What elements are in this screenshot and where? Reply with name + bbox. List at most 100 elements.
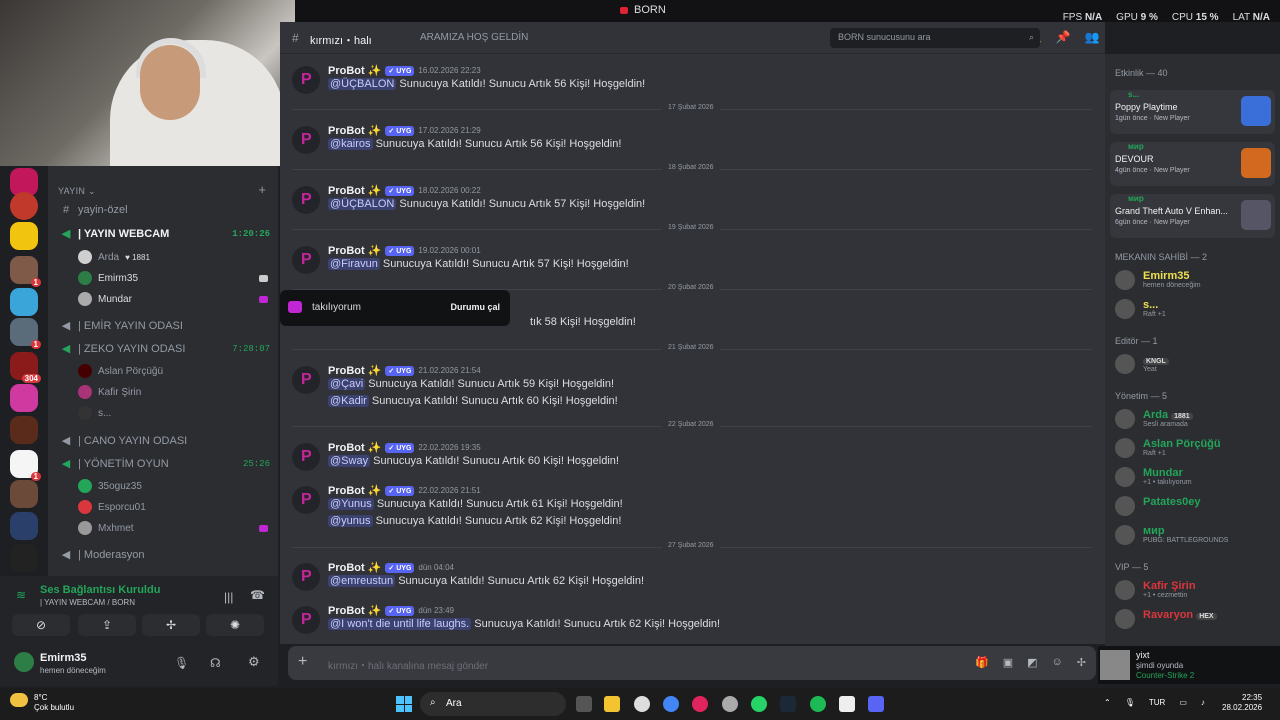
whatsapp-icon[interactable] xyxy=(751,696,767,712)
user-mention[interactable]: @Kadir xyxy=(328,395,369,407)
steal-status-button[interactable]: Durumu çal xyxy=(450,302,500,312)
voice-user[interactable]: Mundar xyxy=(78,292,268,306)
author-name[interactable]: ProBot ✨ xyxy=(328,124,381,137)
voice-channel[interactable]: ◀ | YAYIN WEBCAM 1:20:26 xyxy=(60,227,270,241)
emoji-icon[interactable]: ☺ xyxy=(1052,656,1063,669)
start-button[interactable] xyxy=(396,696,412,712)
now-playing-card[interactable]: yixt şimdi oyunda Counter-Strike 2 xyxy=(1098,646,1280,684)
activities-button[interactable]: ✢ xyxy=(142,614,200,636)
gif-icon[interactable]: ▣ xyxy=(1003,656,1013,669)
avatar[interactable] xyxy=(292,443,320,471)
activity-card[interactable]: s... Poppy Playtime 1gün önce · New Player xyxy=(1110,90,1275,134)
user-mention[interactable]: @Yunus xyxy=(328,498,374,510)
member-item[interactable]: s... Raft +1 xyxy=(1115,299,1275,325)
opera-icon[interactable] xyxy=(692,696,708,712)
message-composer[interactable]: + kırmızı・halı kanalına mesaj gönder 🎁 ▣… xyxy=(288,646,1096,680)
member-item[interactable]: Kafir Şirin +1 • cezmettin xyxy=(1115,580,1275,606)
spotify-icon[interactable] xyxy=(810,696,826,712)
voice-channel[interactable]: ◀ | Moderasyon xyxy=(60,548,270,562)
clock[interactable]: 22:35 28.02.2026 xyxy=(1222,693,1262,713)
search-input[interactable]: BORN sunucusunu ara ⌕ xyxy=(830,28,1040,48)
steam-icon[interactable] xyxy=(780,696,796,712)
server-icon[interactable]: 304 xyxy=(10,352,41,383)
avatar[interactable] xyxy=(292,366,320,394)
chrome-icon[interactable] xyxy=(663,696,679,712)
voice-user[interactable]: Arda ♥ 1881 xyxy=(78,250,268,264)
author-name[interactable]: ProBot ✨ xyxy=(328,604,381,617)
server-icon[interactable] xyxy=(10,512,38,540)
voice-channel[interactable]: ◀ | ZEKO YAYIN ODASI 7:28:07 xyxy=(60,342,270,356)
member-item[interactable]: мир PUBG: BATTLEGROUNDS xyxy=(1115,525,1275,551)
attach-icon[interactable]: + xyxy=(298,653,307,671)
member-item[interactable]: Mundar +1 • takılıyorum xyxy=(1115,467,1275,493)
avatar[interactable] xyxy=(292,563,320,591)
mic-icon[interactable]: 🎙 xyxy=(174,656,189,670)
soundboard-button[interactable]: ✺ xyxy=(206,614,264,636)
server-icon[interactable] xyxy=(10,192,38,220)
user-mention[interactable]: @yunus xyxy=(328,515,373,527)
obs-icon[interactable] xyxy=(634,696,650,712)
server-icon[interactable] xyxy=(10,384,38,412)
server-icon[interactable] xyxy=(10,288,38,316)
voice-user[interactable]: Emirm35 xyxy=(78,271,268,285)
server-rail[interactable]: 1 1 304 1 xyxy=(0,166,48,576)
user-mention[interactable]: @Çavi xyxy=(328,378,366,390)
user-mention[interactable]: @I won't die until life laughs. xyxy=(328,618,472,630)
author-name[interactable]: ProBot ✨ xyxy=(328,184,381,197)
voice-user[interactable]: Kafir Şirin xyxy=(78,385,268,399)
voice-channel-path[interactable]: | YAYIN WEBCAM / BORN xyxy=(40,598,135,607)
user-mention[interactable]: @Firavun xyxy=(328,258,380,270)
avatar[interactable] xyxy=(292,186,320,214)
voice-user[interactable]: s... xyxy=(78,406,268,420)
author-name[interactable]: ProBot ✨ xyxy=(328,64,381,77)
voice-user[interactable]: Aslan Pörçüğü xyxy=(78,364,268,378)
text-channel[interactable]: # yayin-özel xyxy=(60,204,270,216)
capcut-icon[interactable] xyxy=(839,696,855,712)
composer-placeholder[interactable]: kırmızı・halı kanalına mesaj gönder xyxy=(328,657,488,672)
member-item[interactable]: Arda 1881 Sesli aramada xyxy=(1115,409,1275,435)
voice-channel[interactable]: ◀ | CANO YAYIN ODASI xyxy=(60,434,270,448)
server-icon[interactable]: 1 xyxy=(10,450,41,481)
avatar[interactable] xyxy=(292,606,320,634)
add-channel-icon[interactable]: + xyxy=(258,182,266,197)
member-item[interactable]: KNGL Yeat xyxy=(1115,354,1275,380)
user-mention[interactable]: @ÜÇBALON xyxy=(328,78,397,90)
voice-user[interactable]: Esporcu01 xyxy=(78,500,268,514)
member-item[interactable]: Patates0ey xyxy=(1115,496,1275,522)
server-icon[interactable]: 1 xyxy=(10,318,41,349)
camera-off-button[interactable]: ⊘ xyxy=(12,614,70,636)
discord-icon[interactable] xyxy=(868,696,884,712)
activity-card[interactable]: мир DEVOUR 4gün önce · New Player xyxy=(1110,142,1275,186)
user-mention[interactable]: @ÜÇBALON xyxy=(328,198,397,210)
weather-widget[interactable]: 8°C Çok bulutlu xyxy=(10,693,74,713)
disconnect-icon[interactable]: ☎ xyxy=(250,588,265,602)
taskbar-search[interactable]: ⌕ Ara xyxy=(420,692,566,716)
author-name[interactable]: ProBot ✨ xyxy=(328,364,381,377)
app-icon[interactable] xyxy=(722,696,738,712)
user-mention[interactable]: @Sway xyxy=(328,455,371,467)
members-icon[interactable]: 👥 xyxy=(1084,30,1099,45)
gear-icon[interactable]: ⚙ xyxy=(248,654,260,670)
task-view-icon[interactable] xyxy=(576,696,592,712)
file-explorer-icon[interactable] xyxy=(604,696,620,712)
member-item[interactable]: Emirm35 hemen döneceğim xyxy=(1115,270,1275,296)
user-mention[interactable]: @emreustun xyxy=(328,575,396,587)
sticker-icon[interactable]: ◩ xyxy=(1027,656,1037,669)
avatar[interactable] xyxy=(292,246,320,274)
noise-icon[interactable]: ||| xyxy=(224,590,233,604)
system-tray[interactable]: ⌃ 🎙 TUR ▭ ♪ xyxy=(1104,698,1205,707)
category-header[interactable]: YAYIN ⌄ xyxy=(58,186,96,197)
voice-channel[interactable]: ◀ | YÖNETİM OYUN 25:26 xyxy=(60,457,270,471)
author-name[interactable]: ProBot ✨ xyxy=(328,484,381,497)
avatar[interactable] xyxy=(292,126,320,154)
signal-icon[interactable]: ≋ xyxy=(16,588,26,602)
server-icon[interactable] xyxy=(10,222,38,250)
author-name[interactable]: ProBot ✨ xyxy=(328,441,381,454)
voice-channel[interactable]: ◀ | EMİR YAYIN ODASI xyxy=(60,319,270,333)
activity-card[interactable]: мир Grand Theft Auto V Enhan... 6gün önce … xyxy=(1110,194,1275,238)
server-icon[interactable] xyxy=(10,416,38,444)
server-icon[interactable] xyxy=(10,480,38,508)
screen-share-button[interactable]: ⇪ xyxy=(78,614,136,636)
server-icon[interactable]: 1 xyxy=(10,256,41,287)
voice-user[interactable]: 35oguz35 xyxy=(78,479,268,493)
